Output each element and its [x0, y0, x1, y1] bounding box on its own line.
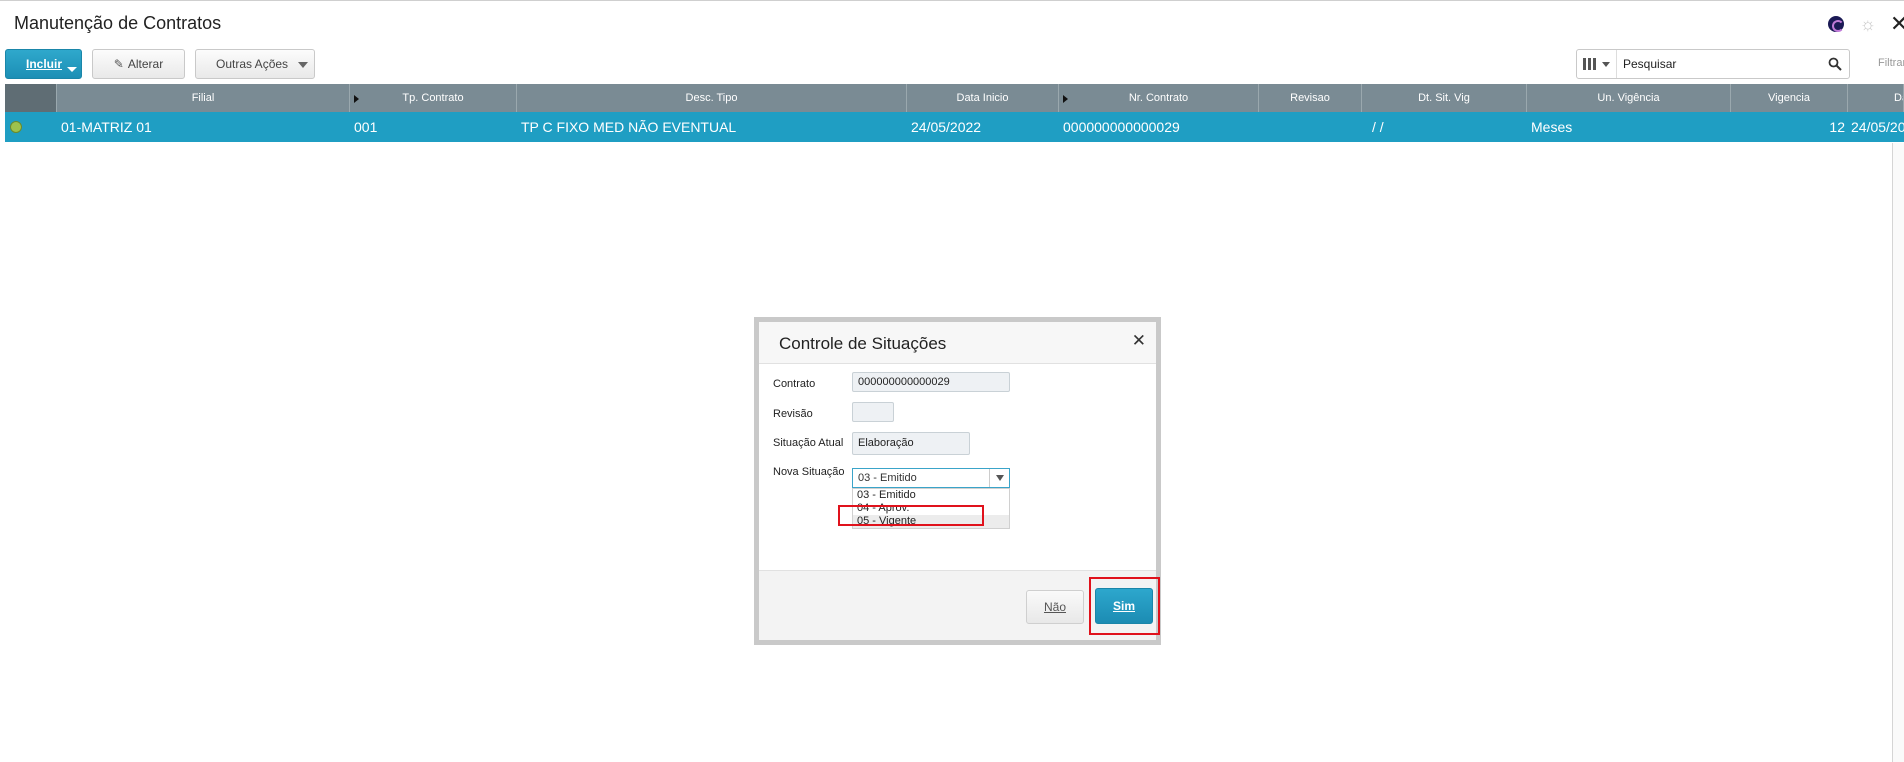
pencil-icon: ✎ — [113, 57, 124, 71]
cell-data-inicio: 24/05/2022 — [911, 119, 982, 135]
close-icon[interactable]: ✕ — [1132, 331, 1146, 351]
situacao-atual-field[interactable]: Elaboração — [852, 432, 970, 455]
cell-dt-sit-vig: / / — [1372, 119, 1384, 135]
incluir-button[interactable]: Incluir — [5, 49, 82, 79]
dialog-footer: Não Sim — [759, 570, 1160, 640]
cell-tp-contrato: 001 — [354, 119, 378, 135]
column-header[interactable]: Data Inicio — [907, 84, 1059, 112]
column-header[interactable]: Vigencia — [1731, 84, 1848, 112]
chevron-down-icon[interactable] — [989, 469, 1009, 487]
nova-situacao-select[interactable]: 03 - Emitido — [852, 468, 1010, 488]
select-all-column[interactable] — [5, 84, 57, 112]
highlight-box-sim — [1089, 577, 1160, 635]
nova-situacao-label: Nova Situação — [773, 466, 845, 478]
revisao-label: Revisão — [773, 408, 813, 420]
nao-label: Não — [1043, 600, 1066, 614]
cell-filial: 01-MATRIZ 01 — [61, 119, 152, 135]
search-input[interactable]: Pesquisar — [1617, 57, 1821, 71]
dialog-title-bar: Controle de Situações ✕ — [759, 322, 1156, 364]
situacao-atual-label: Situação Atual — [773, 437, 844, 449]
column-header[interactable]: Dt. Sit. Vig — [1362, 84, 1527, 112]
page-title: Manutenção de Contratos — [14, 13, 222, 33]
cell-nr-contrato: 000000000000029 — [1063, 119, 1180, 135]
highlight-box-vigente — [838, 505, 984, 526]
columns-selector[interactable] — [1577, 50, 1617, 78]
cell-desc-tipo: TP C FIXO MED NÃO EVENTUAL — [521, 119, 737, 135]
cell-vigencia: 12 — [1829, 119, 1845, 135]
sort-marker-icon — [1063, 95, 1068, 103]
outras-acoes-label: Outras Ações — [216, 57, 289, 71]
chevron-down-icon — [1602, 61, 1610, 67]
sort-marker-icon — [354, 95, 359, 103]
status-legend-icon — [10, 121, 22, 133]
outras-acoes-button[interactable]: Outras Ações — [195, 49, 315, 79]
column-header[interactable]: Da — [1848, 84, 1904, 112]
alterar-button[interactable]: ✎ Alterar — [92, 49, 185, 79]
column-header[interactable]: Un. Vigência — [1527, 84, 1731, 112]
cell-revisao — [1259, 112, 1362, 142]
column-header[interactable]: Revisao — [1259, 84, 1362, 112]
nova-situacao-value: 03 - Emitido — [858, 472, 917, 484]
dialog-title: Controle de Situações — [779, 334, 947, 353]
vertical-scrollbar[interactable] — [1892, 143, 1904, 762]
columns-icon — [1583, 58, 1586, 70]
app-logo-icon[interactable] — [1828, 16, 1844, 32]
incluir-label: Incluir — [26, 57, 63, 71]
cell-un-vigencia: Meses — [1531, 119, 1573, 135]
settings-icon[interactable]: ☼ — [1860, 13, 1877, 35]
column-header[interactable]: Nr. Contrato — [1059, 84, 1259, 112]
nao-button[interactable]: Não — [1026, 590, 1084, 624]
table-row[interactable]: 01-MATRIZ 01 001 TP C FIXO MED NÃO EVENT… — [5, 112, 1904, 142]
filter-link[interactable]: Filtrar — [1878, 57, 1904, 69]
contrato-label: Contrato — [773, 378, 816, 390]
contrato-field[interactable]: 000000000000029 — [852, 372, 1010, 392]
chevron-down-icon — [298, 62, 308, 68]
column-header[interactable]: Filial — [57, 84, 350, 112]
contracts-grid: Filial Tp. Contrato Desc. Tipo Data Inic… — [5, 84, 1904, 144]
alterar-label: Alterar — [127, 57, 164, 71]
option-emitido[interactable]: 03 - Emitido — [853, 489, 1009, 502]
search-icon[interactable] — [1821, 50, 1849, 78]
cell-data-fim: 24/05/20 — [1851, 119, 1904, 135]
dialog-overlay-frame: Controle de Situações ✕ Contrato 0000000… — [754, 317, 1161, 645]
incluir-dropdown-icon[interactable] — [64, 61, 78, 79]
revisao-field[interactable] — [852, 402, 894, 422]
close-icon[interactable]: ✕ — [1890, 13, 1904, 35]
situacao-dialog: Controle de Situações ✕ Contrato 0000000… — [759, 322, 1160, 640]
column-header[interactable]: Tp. Contrato — [350, 84, 517, 112]
grid-header: Filial Tp. Contrato Desc. Tipo Data Inic… — [5, 84, 1904, 112]
search-box: Pesquisar — [1576, 49, 1850, 79]
column-header[interactable]: Desc. Tipo — [517, 84, 907, 112]
